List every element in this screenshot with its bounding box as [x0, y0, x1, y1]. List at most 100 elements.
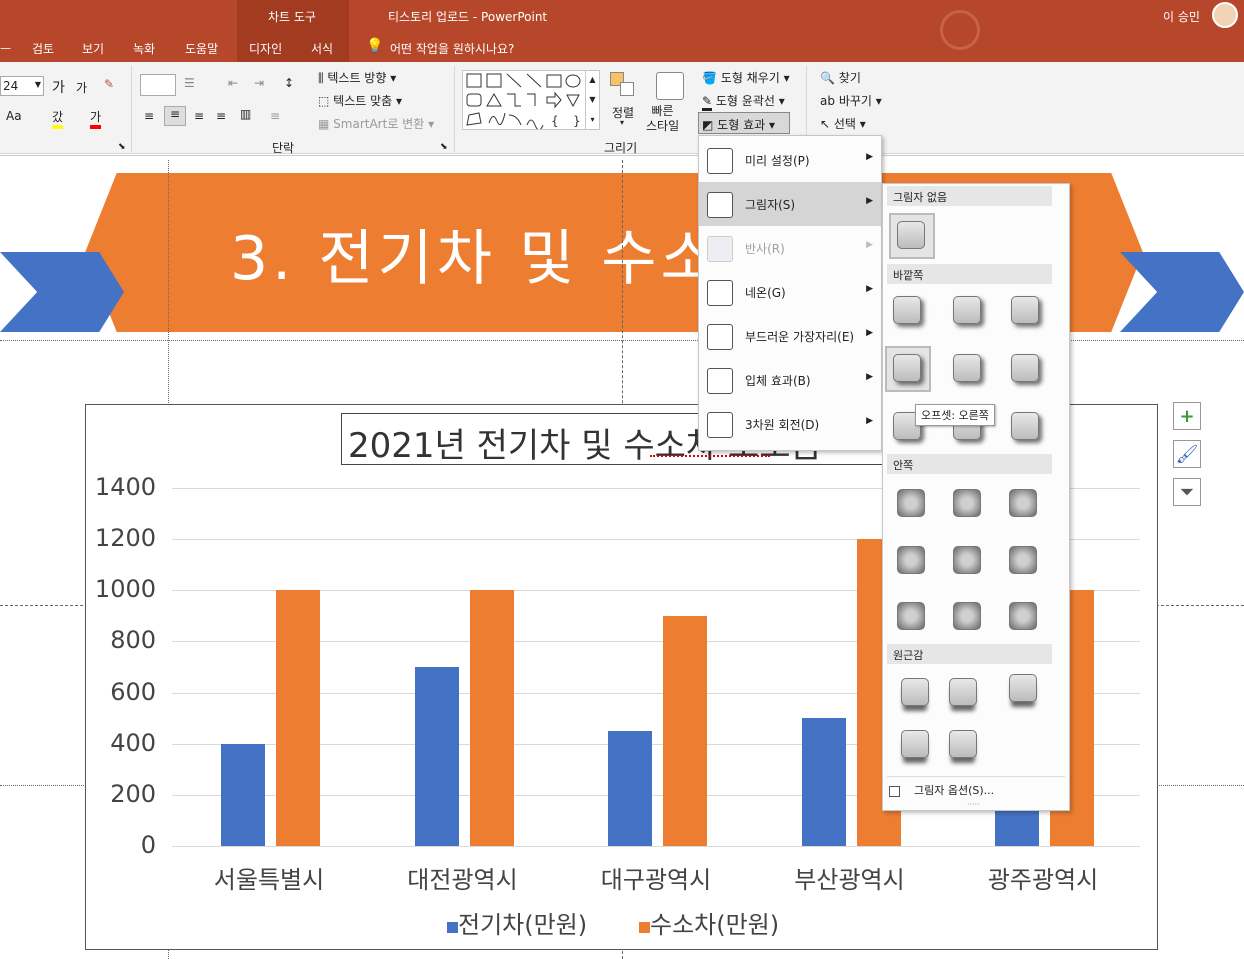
dialog-launcher-icon[interactable]: ⬊ — [118, 142, 126, 152]
legend-swatch — [639, 922, 650, 933]
shadow-preset-tile[interactable] — [901, 678, 929, 706]
avatar[interactable] — [1212, 2, 1238, 28]
align-text-button[interactable]: ⬚ 텍스트 맞춤 ▾ — [318, 92, 402, 109]
shadow-options-item[interactable]: 그림자 옵션(S)... — [889, 782, 994, 798]
align-center-icon[interactable]: ≡ — [164, 106, 186, 126]
tab-record[interactable]: 녹화 — [133, 40, 155, 57]
highlight-button[interactable]: 갔 — [52, 108, 64, 129]
shadow-preset-tile[interactable] — [897, 546, 925, 574]
replace-icon: ab — [820, 94, 835, 108]
effects-menu-item[interactable]: 부드러운 가장자리(E) ▶ — [699, 314, 881, 358]
bar-ev[interactable] — [801, 718, 846, 846]
replace-button[interactable]: ab 바꾸기 ▾ — [820, 92, 882, 109]
shrink-font-button[interactable]: 가 — [76, 79, 87, 96]
align-text-icon: ⬚ — [318, 94, 330, 108]
shape-effects-button[interactable]: ◩ 도형 효과 ▾ — [698, 112, 790, 134]
columns-icon[interactable]: ▥ — [240, 107, 251, 121]
tell-me-input[interactable]: 어떤 작업을 원하시나요? — [390, 40, 514, 57]
shadow-section-header: 안쪽 — [887, 454, 1052, 474]
effects-menu-item[interactable]: 네온(G) ▶ — [699, 270, 881, 314]
shadow-preset-tile[interactable] — [953, 354, 981, 382]
tab-view[interactable]: 보기 — [82, 40, 104, 57]
shadow-preset-tile[interactable] — [949, 730, 977, 758]
bar-fcev[interactable] — [469, 590, 514, 846]
tab-design[interactable]: 디자인 — [249, 40, 282, 57]
shapes-gallery[interactable]: {} — [462, 70, 600, 131]
text-direction-button[interactable]: ⫼ 텍스트 방향 ▾ — [318, 69, 396, 86]
chart-elements-plus-icon[interactable]: + — [1173, 402, 1201, 430]
font-color-button[interactable]: 가 — [90, 108, 102, 129]
increase-indent-icon[interactable]: ⇥ — [254, 76, 264, 90]
shadow-preset-tile[interactable] — [953, 489, 981, 517]
shadow-preset-tile[interactable] — [1011, 412, 1039, 440]
justify-icon[interactable]: ≡ — [216, 109, 226, 123]
select-button[interactable]: ↖ 선택 ▾ — [820, 115, 866, 132]
shape-outline-label: 도형 윤곽선 — [715, 94, 775, 108]
shadow-preset-tile[interactable] — [897, 221, 925, 249]
chart-filter-icon[interactable]: ⏷ — [1173, 478, 1201, 506]
tab-review[interactable]: 검토 — [32, 40, 54, 57]
effects-menu-item[interactable]: 반사(R) ▶ — [699, 226, 881, 270]
shadow-preset-tile[interactable] — [1009, 602, 1037, 630]
resize-grip[interactable]: ····· — [967, 800, 980, 809]
shadow-preset-tile[interactable] — [1009, 674, 1037, 702]
decrease-indent-icon[interactable]: ⇤ — [228, 76, 238, 90]
effect-preview-icon — [707, 368, 733, 394]
font-size-combo[interactable]: 24 ▼ — [0, 76, 44, 96]
distribute-icon[interactable]: ≡ — [270, 109, 280, 123]
shadow-preset-tile[interactable] — [953, 546, 981, 574]
submenu-arrow-icon: ▶ — [866, 284, 873, 294]
effects-menu-item[interactable]: 그림자(S) ▶ — [699, 182, 881, 226]
effects-icon: ◩ — [702, 118, 714, 132]
tab-help[interactable]: 도움말 — [185, 40, 218, 57]
bar-ev[interactable] — [221, 743, 265, 846]
legend-swatch — [447, 922, 458, 933]
align-right-icon[interactable]: ≡ — [194, 109, 204, 123]
shadow-preset-tile[interactable] — [1011, 354, 1039, 382]
smartart-button[interactable]: ▦ SmartArt로 변환 ▾ — [318, 115, 434, 132]
effects-menu-item[interactable]: 3차원 회전(D) ▶ — [699, 402, 881, 446]
gallery-scroll[interactable]: ▲ ▼ ▾ — [585, 70, 599, 130]
text-direction-icon: ⫼ — [318, 71, 324, 85]
shadow-preset-tile[interactable] — [897, 602, 925, 630]
user-name[interactable]: 이 승민 — [1163, 8, 1200, 25]
clear-format-icon[interactable]: ✎ — [104, 77, 114, 91]
align-left-icon[interactable]: ≡ — [144, 109, 154, 123]
bar-fcev[interactable] — [276, 590, 320, 846]
bar-ev[interactable] — [414, 667, 459, 846]
shadow-preset-tile[interactable] — [953, 602, 981, 630]
line-spacing-icon[interactable]: ↕ — [284, 76, 294, 90]
shadow-preset-tile[interactable] — [1009, 546, 1037, 574]
shadow-preset-tile[interactable] — [953, 296, 981, 324]
shadow-preset-tile[interactable] — [897, 489, 925, 517]
shape-fill-button[interactable]: 🪣 도형 채우기 ▾ — [702, 69, 790, 86]
shadow-preset-tile[interactable] — [901, 730, 929, 758]
effects-menu-item[interactable]: 입체 효과(B) ▶ — [699, 358, 881, 402]
slide-title[interactable]: 3. 전기차 및 수소 — [230, 210, 720, 297]
quick-styles-button[interactable]: 빠른 스타일 — [646, 104, 679, 134]
effects-menu-label: 네온(G) — [745, 286, 786, 300]
change-case-button[interactable]: Aa — [6, 109, 22, 123]
find-button[interactable]: 🔍 찾기 — [820, 69, 861, 86]
grow-font-button[interactable]: 가 — [52, 77, 65, 97]
y-tick-label: 1200 — [94, 524, 156, 553]
bar-ev[interactable] — [608, 730, 652, 846]
bar-fcev[interactable] — [663, 615, 707, 846]
dialog-launcher-icon[interactable]: ⬊ — [440, 142, 448, 152]
shadow-preset-tile[interactable] — [949, 678, 977, 706]
spellcheck-underline — [650, 455, 770, 457]
y-tick-label: 600 — [110, 677, 156, 706]
group-divider — [131, 66, 132, 152]
shadow-preset-tile[interactable] — [893, 354, 921, 382]
shadow-preset-tile[interactable] — [893, 296, 921, 324]
chart-styles-brush-icon[interactable]: 🖌 — [1173, 440, 1201, 468]
shape-outline-button[interactable]: ✎ 도형 윤곽선 ▾ — [702, 92, 785, 111]
tab-format[interactable]: 서식 — [311, 40, 333, 57]
legend-fcev[interactable]: 수소차(만원) — [639, 905, 779, 940]
numbering-icon[interactable]: ☰ — [184, 76, 195, 90]
bullets-icon[interactable] — [140, 74, 176, 96]
shadow-preset-tile[interactable] — [1011, 296, 1039, 324]
effects-menu-item[interactable]: 미리 설정(P) ▶ — [699, 138, 881, 182]
legend-ev[interactable]: 전기차(만원) — [447, 905, 587, 940]
shadow-preset-tile[interactable] — [1009, 489, 1037, 517]
